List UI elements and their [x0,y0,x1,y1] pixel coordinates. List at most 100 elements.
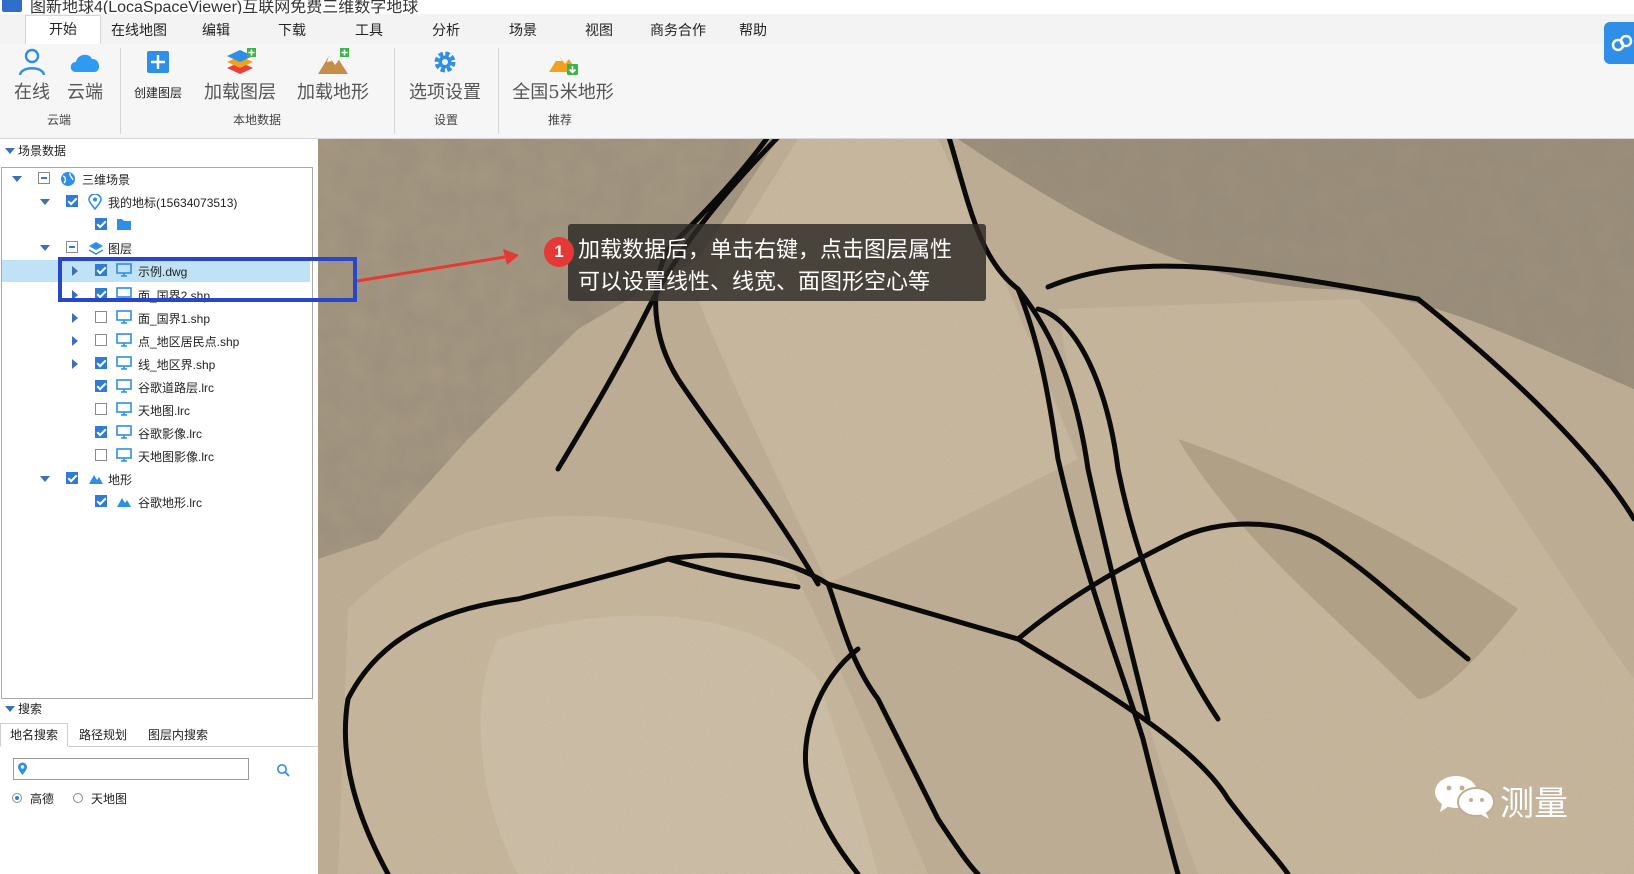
title-bar: 图新地球4(LocaSpaceViewer)互联网免费三维数字地球 [0,0,1634,14]
expand-icon[interactable] [72,336,78,346]
tree-label: 三维场景 [82,173,131,187]
create-layer-button[interactable]: 创建图层 [130,48,186,104]
tree-row[interactable]: 谷歌影像.lrc [2,422,310,444]
expand-icon[interactable] [12,176,22,182]
tree-label: 线_地区界.shp [138,358,216,372]
monitor-icon [116,310,132,324]
tree-row[interactable]: 地形 [2,468,310,490]
tree-row[interactable]: 点_地区居民点.shp [2,330,310,352]
search-icon[interactable] [276,763,290,777]
tab-tools[interactable]: 工具 [343,17,395,44]
expand-icon[interactable] [40,476,50,482]
tree-label: 面_国界1.shp [138,312,211,326]
step-badge: 1 [544,237,574,267]
expand-icon[interactable] [72,313,78,323]
tree-row[interactable] [2,214,310,236]
tab-view[interactable]: 视图 [573,17,625,44]
expand-icon[interactable] [40,199,50,205]
app-logo-icon [2,0,22,12]
ribbon-separator [120,48,121,134]
tab-start[interactable]: 开始 [25,15,101,45]
tab-place-search[interactable]: 地名搜索 [0,723,68,747]
layers-stack-icon [227,48,256,74]
tooltip-line-2: 可以设置线性、线宽、面图形空心等 [578,270,931,295]
search-tabs: 地名搜索 路径规划 图层内搜索 [0,723,318,747]
national-5m-terrain-button[interactable]: 全国5米地形 [508,48,618,104]
scene-data-title: 场景数据 [18,144,67,158]
checkbox[interactable] [95,311,107,323]
ribbon-separator [394,48,395,134]
checkbox[interactable] [95,357,107,369]
radio-label-tianditu: 天地图 [91,792,128,806]
tree-label: 我的地标(15634073513) [108,196,238,210]
radio-gaode[interactable] [12,793,22,803]
tree-row[interactable]: 天地图.lrc [2,399,310,421]
tree-label: 天地图.lrc [138,404,190,418]
tab-edit[interactable]: 编辑 [190,17,242,44]
checkbox[interactable] [95,495,107,507]
tree-label: 谷歌地形.lrc [138,496,202,510]
checkbox[interactable] [66,472,78,484]
location-pin-icon [88,194,102,210]
checkbox[interactable] [95,403,107,415]
scene-data-header[interactable]: 场景数据 [0,140,318,162]
layer-tree: 三维场景 我的地标(15634073513) 图层 示例.dwg 面_国界2.s… [1,167,313,699]
layers-icon [88,242,104,255]
tree-row[interactable]: 天地图影像.lrc [2,445,310,467]
tree-row[interactable]: 三维场景 [2,168,310,190]
tree-label: 谷歌影像.lrc [138,427,202,441]
instruction-tooltip: 加载数据后，单击右键，点击图层属性 可以设置线性、线宽、面图形空心等 [568,224,986,301]
tree-row[interactable]: 面_国界1.shp [2,307,310,329]
tree-row[interactable]: 谷歌道路层.lrc [2,376,310,398]
monitor-icon [116,356,132,370]
checkbox[interactable] [38,172,50,184]
options-button[interactable]: 选项设置 [404,48,486,104]
tab-download[interactable]: 下载 [266,17,318,44]
terrain-download-icon [549,56,578,75]
tab-online-map[interactable]: 在线地图 [104,17,174,44]
load-layer-button[interactable]: 加载图层 [202,48,278,104]
monitor-icon [116,425,132,439]
tree-row[interactable]: 我的地标(15634073513) [2,191,310,213]
checkbox[interactable] [95,449,107,461]
tree-label: 图层 [108,242,133,256]
search-title: 搜索 [18,702,43,716]
group-label-cloud: 云端 [46,113,71,127]
search-header[interactable]: 搜索 [0,698,318,720]
load-terrain-button[interactable]: 加载地形 [295,48,371,104]
search-input[interactable] [13,758,249,780]
link-icon [1611,34,1633,52]
monitor-icon [116,402,132,416]
red-arrow-icon [356,249,519,283]
radio-tianditu[interactable] [73,793,83,803]
menu-bar: 开始 在线地图 编辑 下载 工具 分析 场景 视图 商务合作 帮助 [0,14,1634,45]
cloud-button[interactable]: 云端 [62,48,108,104]
expand-icon[interactable] [40,245,50,251]
checkbox[interactable] [95,426,107,438]
checkbox[interactable] [95,334,107,346]
checkbox[interactable] [66,241,78,253]
terrain-icon [89,475,103,484]
online-button[interactable]: 在线 [10,48,54,104]
globe-icon [61,172,75,186]
expand-icon[interactable] [72,359,78,369]
checkbox[interactable] [66,195,78,207]
tree-row[interactable]: 线_地区界.shp [2,353,310,375]
checkbox[interactable] [95,218,107,230]
tree-label: 天地图影像.lrc [138,450,214,464]
group-label-settings: 设置 [433,113,458,127]
mountain-icon [318,48,349,74]
tree-label: 地形 [108,473,133,487]
tab-route-planning[interactable]: 路径规划 [70,724,136,746]
tab-analysis[interactable]: 分析 [420,17,472,44]
share-button[interactable] [1604,22,1634,64]
tree-row[interactable]: 图层 [2,237,310,259]
tab-business[interactable]: 商务合作 [643,17,713,44]
ribbon-toolbar: 在线 云端 云端 创建图层 加载图层 加载地形 本地数据 选项设置 设置 全国5… [0,44,1634,139]
tab-layer-search[interactable]: 图层内搜索 [138,724,218,746]
tab-scene[interactable]: 场景 [497,17,549,44]
tab-help[interactable]: 帮助 [727,17,779,44]
monitor-icon [116,379,132,393]
checkbox[interactable] [95,380,107,392]
tree-row[interactable]: 谷歌地形.lrc [2,491,310,513]
